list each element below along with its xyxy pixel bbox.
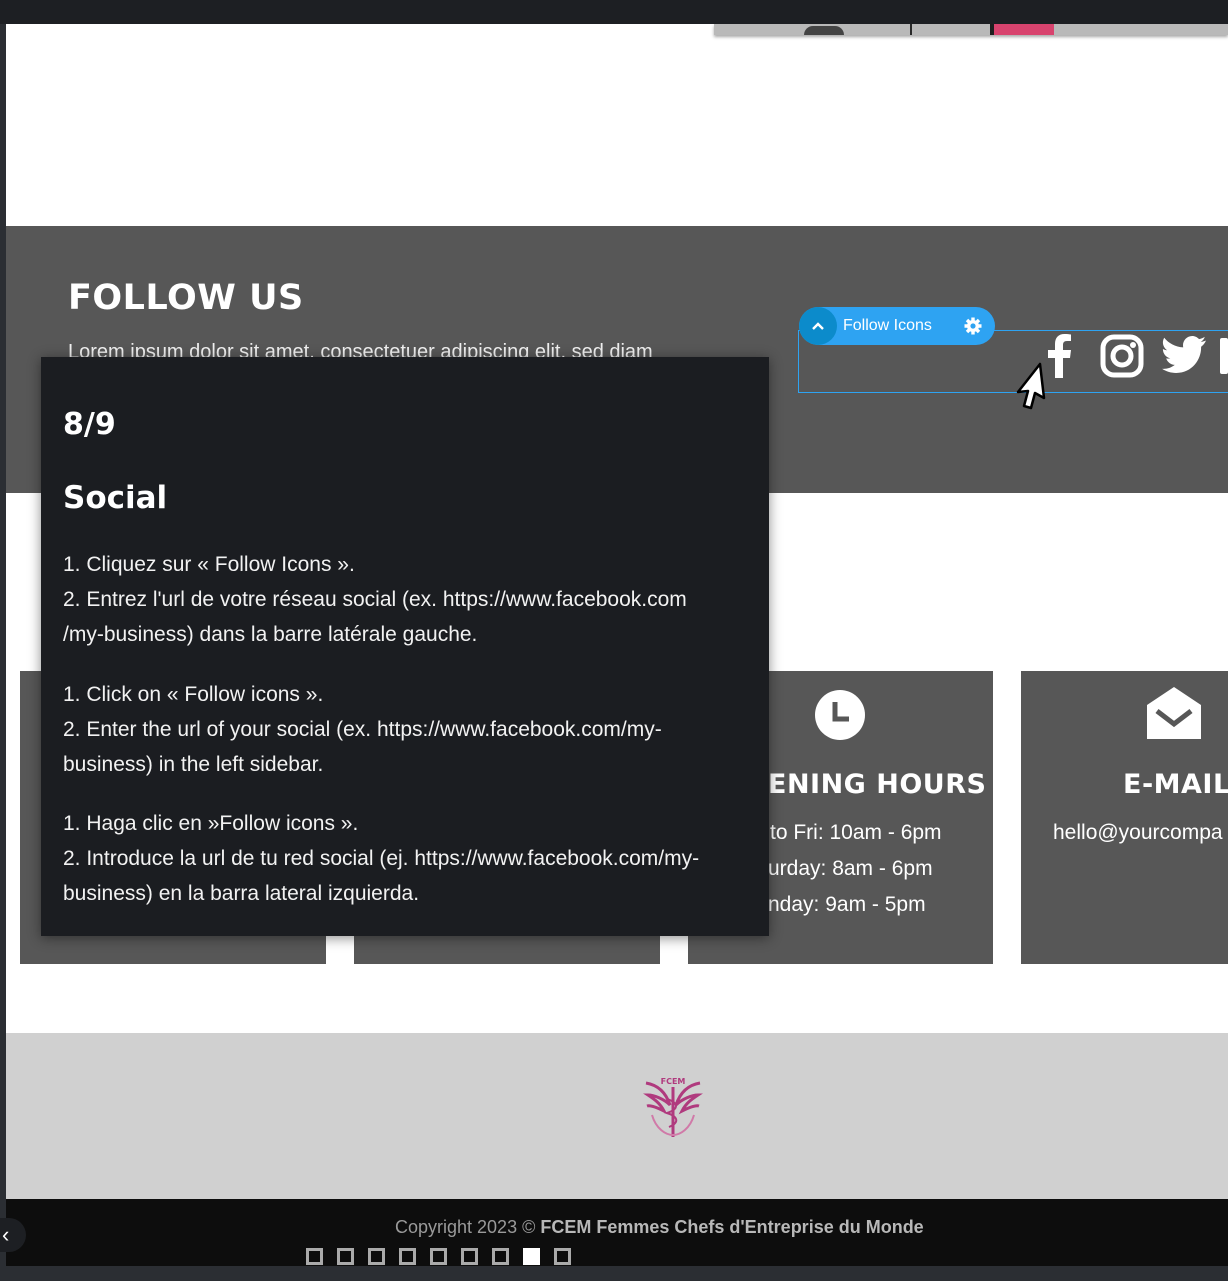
tour-step-dot-4[interactable] xyxy=(399,1248,416,1265)
en-line-2: 2. Enter the url of your social (ex. htt… xyxy=(63,718,662,741)
tour-step-dot-3[interactable] xyxy=(368,1248,385,1265)
module-tag[interactable]: Follow Icons xyxy=(799,307,995,345)
hours-line-2: urday: 8am - 6pm xyxy=(768,857,933,880)
tour-step-dot-6[interactable] xyxy=(461,1248,478,1265)
email-address[interactable]: hello@yourcompa xyxy=(1053,821,1223,845)
es-line-3: business) en la barra lateral izquierda. xyxy=(63,882,420,905)
tour-step-dot-9[interactable] xyxy=(554,1248,571,1265)
tour-instructions-en: 1. Click on « Follow icons ». 2. Enter t… xyxy=(63,677,753,782)
instagram-icon[interactable] xyxy=(1100,334,1144,383)
hero-image xyxy=(714,24,1228,35)
en-line-3: business) in the left sidebar. xyxy=(63,753,324,776)
mouse-pointer-icon xyxy=(1010,362,1050,427)
es-line-2: 2. Introduce la url de tu red social (ej… xyxy=(63,847,700,870)
fr-line-3: /my-business) dans la barre latérale gau… xyxy=(63,623,478,646)
fcem-logo[interactable]: FCEM xyxy=(642,1075,704,1146)
tour-step-dot-1[interactable] xyxy=(306,1248,323,1265)
footer-logo-area: FCEM xyxy=(6,1033,1228,1199)
es-line-1: 1. Haga clic en »Follow icons ». xyxy=(63,812,359,835)
copyright-prefix: Copyright 2023 © xyxy=(395,1217,536,1237)
en-line-1: 1. Click on « Follow icons ». xyxy=(63,683,324,706)
tour-tooltip: 8/9 Social 1. Cliquez sur « Follow Icons… xyxy=(41,357,769,936)
opening-hours-title: ENING HOURS xyxy=(768,769,987,800)
envelope-icon xyxy=(1147,687,1201,744)
module-label[interactable]: Follow Icons xyxy=(843,317,932,335)
clock-icon xyxy=(814,689,866,746)
follow-title: FOLLOW US xyxy=(68,278,304,318)
copyright-text: Copyright 2023 © FCEM Femmes Chefs d'Ent… xyxy=(395,1217,924,1238)
tour-step-dot-2[interactable] xyxy=(337,1248,354,1265)
fr-line-2: 2. Entrez l'url de votre réseau social (… xyxy=(63,588,687,611)
fr-line-1: 1. Cliquez sur « Follow Icons ». xyxy=(63,553,355,576)
chevron-up-icon[interactable] xyxy=(799,307,837,345)
twitter-icon[interactable] xyxy=(1162,336,1206,379)
tour-step-dot-5[interactable] xyxy=(430,1248,447,1265)
tour-step-dot-8[interactable] xyxy=(523,1248,540,1265)
tour-instructions-fr: 1. Cliquez sur « Follow Icons ». 2. Entr… xyxy=(63,547,753,652)
svg-text:FCEM: FCEM xyxy=(661,1077,686,1086)
hours-line-1: to Fri: 10am - 6pm xyxy=(770,821,942,844)
company-name[interactable]: FCEM Femmes Chefs d'Entreprise du Monde xyxy=(540,1217,923,1237)
email-title: E-MAIL xyxy=(1123,769,1228,800)
tour-step-title: Social xyxy=(63,480,168,516)
tour-instructions-es: 1. Haga clic en »Follow icons ». 2. Intr… xyxy=(63,806,753,911)
gear-icon[interactable] xyxy=(963,316,983,340)
tour-progress-dots xyxy=(306,1248,571,1265)
hours-line-3: nday: 9am - 5pm xyxy=(768,893,926,916)
linkedin-icon[interactable] xyxy=(1220,338,1228,379)
top-bar xyxy=(0,0,1228,24)
tour-step-dot-7[interactable] xyxy=(492,1248,509,1265)
tour-step-counter: 8/9 xyxy=(63,407,116,442)
